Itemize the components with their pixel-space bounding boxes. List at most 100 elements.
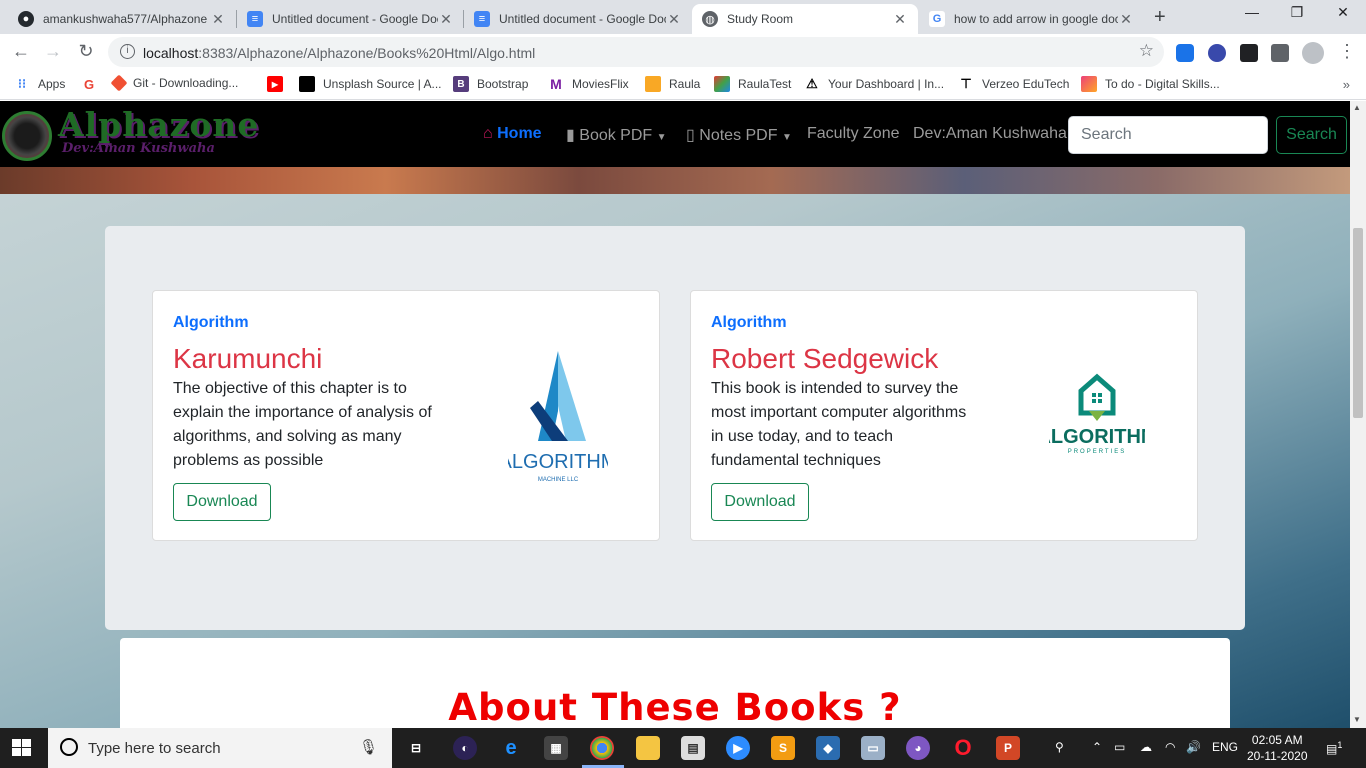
youtube-icon: ▶ — [267, 76, 283, 92]
tab-label: amankushwaha577/Alphazone — [43, 12, 208, 26]
nav-dev[interactable]: Dev:Aman Kushwaha — [913, 125, 1067, 143]
bookmark-todo[interactable]: To do - Digital Skills... — [1081, 76, 1220, 92]
bookmark-verzeo[interactable]: ⊤ Verzeo EduTech — [958, 76, 1069, 92]
battery-icon[interactable]: ▭ — [1114, 740, 1125, 754]
reload-icon[interactable]: ↻ — [75, 41, 97, 62]
zoom-icon[interactable]: ▶ — [726, 736, 750, 760]
browser-tab[interactable]: ≡ Untitled document - Google Docs ✕ — [464, 4, 692, 34]
back-icon[interactable]: ← — [10, 41, 32, 62]
task-view-icon[interactable]: ⊟ — [404, 736, 428, 760]
bookmark-dashboard[interactable]: ⚠ Your Dashboard | In... — [804, 76, 944, 92]
github-desktop-icon[interactable]: ◕ — [906, 736, 930, 760]
info-icon[interactable]: i — [120, 44, 135, 59]
tray-chevron-icon[interactable]: ⌃ — [1092, 740, 1102, 754]
tab-label: how to add arrow in google docs — [954, 12, 1118, 26]
new-tab-icon[interactable]: + — [1154, 6, 1166, 29]
bookmark-youtube[interactable]: ▶ — [267, 76, 291, 92]
bootstrap-icon: B — [453, 76, 469, 92]
close-tab-icon[interactable]: ✕ — [438, 11, 454, 28]
powerpoint-icon[interactable]: P — [996, 736, 1020, 760]
taskbar-search-placeholder: Type here to search — [88, 740, 221, 757]
url-text[interactable]: localhost:8383/Alphazone/Alphazone/Books… — [143, 45, 535, 61]
close-window-icon[interactable]: ✕ — [1320, 4, 1366, 21]
browser-tab[interactable]: ≡ Untitled document - Google Docs ✕ — [237, 4, 464, 34]
bookmark-raulatest[interactable]: RaulaTest — [714, 76, 791, 92]
dropdown-caret-icon: ▼ — [656, 132, 667, 143]
puzzle-extensions-icon[interactable] — [1271, 44, 1289, 62]
language-indicator[interactable]: ENG — [1212, 740, 1238, 754]
globe-logo-icon — [2, 111, 52, 161]
cube-extension-icon[interactable] — [1240, 44, 1258, 62]
bookmark-git[interactable]: Git - Downloading... — [110, 74, 238, 92]
scroll-down-icon[interactable]: ▼ — [1353, 715, 1361, 724]
notification-count: 1 — [1337, 740, 1343, 750]
download-button[interactable]: Download — [711, 483, 809, 521]
taskbar-clock[interactable]: 02:05 AM 20-11-2020 — [1247, 732, 1308, 764]
people-icon[interactable]: ⚲ — [1055, 740, 1064, 754]
nav-notes-pdf[interactable]: ▯ Notes PDF ▼ — [686, 125, 792, 145]
close-tab-icon[interactable]: ✕ — [1118, 11, 1134, 28]
onedrive-icon[interactable]: ☁ — [1140, 740, 1152, 754]
site-logo[interactable]: Alphazone Dev:Aman Kushwaha — [2, 105, 272, 161]
forward-icon[interactable]: → — [42, 41, 64, 62]
shield-extension-icon[interactable] — [1176, 44, 1194, 62]
download-button[interactable]: Download — [173, 483, 271, 521]
site-search-input[interactable]: Search — [1068, 116, 1268, 154]
dashboard-icon: ⚠ — [806, 76, 818, 91]
verzeo-icon: ⊤ — [960, 76, 972, 91]
site-search-button[interactable]: Search — [1276, 116, 1347, 154]
page-scrollbar[interactable]: ▲ ▼ — [1350, 101, 1366, 728]
books-container: Algorithm Karumunchi The objective of th… — [105, 226, 1245, 630]
virtualbox-icon[interactable]: ◆ — [816, 736, 840, 760]
bookmark-google[interactable]: G — [81, 76, 105, 92]
book-card: Algorithm Robert Sedgewick This book is … — [690, 290, 1198, 541]
bookmarks-bar: ⁝⁝ Apps G Git - Downloading... ▶ Unsplash… — [0, 70, 1366, 100]
profile-avatar[interactable] — [1302, 42, 1324, 64]
browser-tab[interactable]: G how to add arrow in google docs ✕ — [919, 4, 1144, 34]
volume-icon[interactable]: 🔊 — [1186, 740, 1201, 754]
bookmark-apps[interactable]: ⁝⁝ Apps — [14, 76, 66, 92]
address-bar[interactable]: i localhost:8383/Alphazone/Alphazone/Boo… — [108, 37, 1164, 67]
extension-icon[interactable] — [1208, 44, 1226, 62]
microphone-icon[interactable]: 🎙 — [359, 738, 378, 756]
edge-icon[interactable]: e — [499, 736, 523, 760]
file-explorer-icon[interactable] — [636, 736, 660, 760]
bookmark-bootstrap[interactable]: B Bootstrap — [453, 76, 528, 92]
book-title: Karumunchi — [173, 343, 323, 374]
browser-tab-active[interactable]: ◍ Study Room ✕ — [692, 4, 918, 34]
close-tab-icon[interactable]: ✕ — [210, 11, 226, 28]
opera-icon[interactable]: O — [951, 735, 975, 760]
dropdown-caret-icon: ▼ — [781, 132, 792, 143]
bookmarks-overflow-icon[interactable]: » — [1343, 77, 1350, 92]
bookmark-star-icon[interactable]: ☆ — [1139, 41, 1154, 61]
scroll-up-icon[interactable]: ▲ — [1353, 103, 1361, 112]
document-app-icon[interactable]: ▤ — [681, 736, 705, 760]
close-tab-icon[interactable]: ✕ — [666, 11, 682, 28]
browser-toolbar: ← → ↻ i localhost:8383/Alphazone/Alphazo… — [0, 34, 1366, 70]
chrome-icon[interactable] — [590, 736, 614, 760]
browser-tab[interactable]: ● amankushwaha577/Alphazone ✕ — [8, 4, 236, 34]
taskbar-search[interactable]: Type here to search 🎙 — [48, 728, 392, 768]
sublime-icon[interactable]: S — [771, 736, 795, 760]
nav-faculty-zone[interactable]: Faculty Zone — [807, 125, 899, 143]
bookmark-moviesflix[interactable]: M MoviesFlix — [548, 76, 629, 92]
windows-start-icon[interactable] — [12, 739, 32, 757]
nav-home[interactable]: ⌂ Home — [483, 125, 542, 143]
bookmark-raula[interactable]: Raula — [645, 76, 700, 92]
scrollbar-thumb[interactable] — [1353, 228, 1363, 418]
store-icon[interactable]: ▦ — [544, 736, 568, 760]
google-icon: G — [83, 76, 95, 92]
svg-text:MACHINE LLC: MACHINE LLC — [538, 477, 579, 483]
book-category: Algorithm — [711, 314, 787, 331]
menu-kebab-icon[interactable]: ⋮ — [1336, 41, 1358, 62]
wifi-icon[interactable]: ◠ — [1165, 740, 1175, 754]
bookmark-unsplash[interactable]: Unsplash Source | A... — [299, 76, 442, 92]
tab-label: Untitled document - Google Docs — [499, 12, 666, 26]
screen-app-icon[interactable]: ▭ — [861, 736, 885, 760]
eclipse-icon[interactable]: ◐ — [453, 736, 477, 760]
close-tab-icon[interactable]: ✕ — [892, 11, 908, 28]
notification-center-icon[interactable]: ▤1 — [1326, 740, 1342, 756]
restore-icon[interactable]: ❐ — [1274, 4, 1320, 21]
minimize-icon[interactable]: — — [1229, 4, 1275, 20]
nav-book-pdf[interactable]: ▮ Book PDF ▼ — [566, 125, 667, 145]
